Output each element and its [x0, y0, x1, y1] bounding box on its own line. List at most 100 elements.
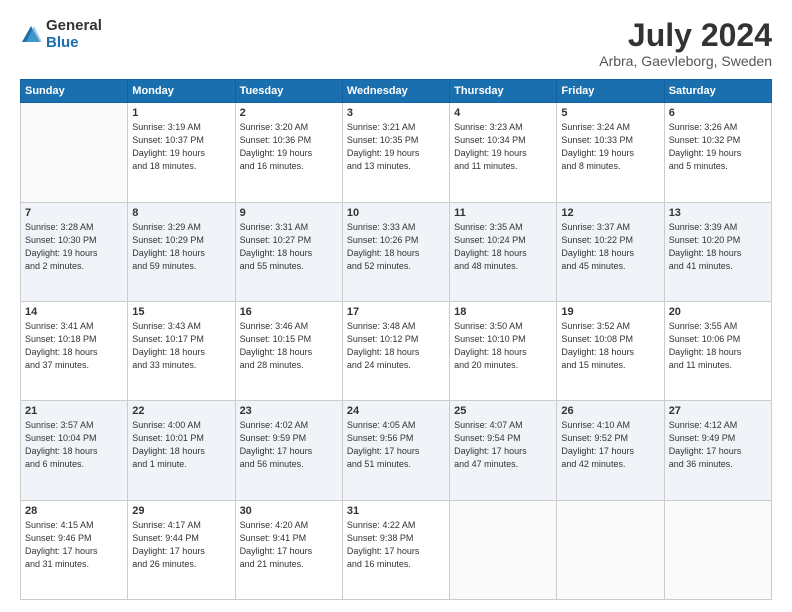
day-info: Sunrise: 3:26 AM Sunset: 10:32 PM Daylig…: [669, 121, 767, 173]
day-number: 30: [240, 505, 338, 517]
day-number: 1: [132, 107, 230, 119]
table-row: 9 Sunrise: 3:31 AM Sunset: 10:27 PM Dayli…: [235, 202, 342, 301]
day-info: Sunrise: 3:33 AM Sunset: 10:26 PM Daylig…: [347, 221, 445, 273]
table-row: 11 Sunrise: 3:35 AM Sunset: 10:24 PM Dayl…: [450, 202, 557, 301]
col-friday: Friday: [557, 80, 664, 103]
day-number: 26: [561, 405, 659, 417]
calendar-table: Sunday Monday Tuesday Wednesday Thursday…: [20, 79, 772, 600]
day-number: 18: [454, 306, 552, 318]
col-thursday: Thursday: [450, 80, 557, 103]
table-row: 26 Sunrise: 4:10 AM Sunset: 9:52 PM Dayli…: [557, 401, 664, 500]
calendar-week-row: 28 Sunrise: 4:15 AM Sunset: 9:46 PM Dayli…: [21, 500, 772, 599]
table-row: 13Sunrise: 3:39 AM Sunset: 10:20 PM Dayl…: [664, 202, 771, 301]
day-number: 7: [25, 207, 123, 219]
table-row: 7 Sunrise: 3:28 AM Sunset: 10:30 PM Dayli…: [21, 202, 128, 301]
table-row: 6 Sunrise: 3:26 AM Sunset: 10:32 PM Dayli…: [664, 103, 771, 202]
table-row: 12 Sunrise: 3:37 AM Sunset: 10:22 PM Dayl…: [557, 202, 664, 301]
day-info: Sunrise: 4:00 AM Sunset: 10:01 PM Daylig…: [132, 419, 230, 471]
table-row: 29Sunrise: 4:17 AM Sunset: 9:44 PM Dayli…: [128, 500, 235, 599]
day-number: 2: [240, 107, 338, 119]
day-number: 29: [132, 505, 230, 517]
day-info: Sunrise: 3:20 AM Sunset: 10:36 PM Daylig…: [240, 121, 338, 173]
table-row: [21, 103, 128, 202]
logo-general: General: [46, 18, 102, 35]
day-number: 28: [25, 505, 123, 517]
day-info: Sunrise: 3:43 AM Sunset: 10:17 PM Daylig…: [132, 320, 230, 372]
day-number: 5: [561, 107, 659, 119]
day-info: Sunrise: 3:29 AM Sunset: 10:29 PM Daylig…: [132, 221, 230, 273]
day-info: Sunrise: 3:28 AM Sunset: 10:30 PM Daylig…: [25, 221, 123, 273]
col-monday: Monday: [128, 80, 235, 103]
table-row: 5 Sunrise: 3:24 AM Sunset: 10:33 PM Dayli…: [557, 103, 664, 202]
day-number: 15: [132, 306, 230, 318]
day-number: 8: [132, 207, 230, 219]
day-info: Sunrise: 3:35 AM Sunset: 10:24 PM Daylig…: [454, 221, 552, 273]
table-row: 2 Sunrise: 3:20 AM Sunset: 10:36 PM Dayli…: [235, 103, 342, 202]
table-row: 20 Sunrise: 3:55 AM Sunset: 10:06 PM Dayl…: [664, 301, 771, 400]
day-number: 3: [347, 107, 445, 119]
day-info: Sunrise: 4:12 AM Sunset: 9:49 PM Dayligh…: [669, 419, 767, 471]
col-saturday: Saturday: [664, 80, 771, 103]
day-info: Sunrise: 3:55 AM Sunset: 10:06 PM Daylig…: [669, 320, 767, 372]
day-number: 16: [240, 306, 338, 318]
table-row: 28 Sunrise: 4:15 AM Sunset: 9:46 PM Dayli…: [21, 500, 128, 599]
table-row: [450, 500, 557, 599]
table-row: 25 Sunrise: 4:07 AM Sunset: 9:54 PM Dayli…: [450, 401, 557, 500]
day-info: Sunrise: 3:31 AM Sunset: 10:27 PM Daylig…: [240, 221, 338, 273]
table-row: 19Sunrise: 3:52 AM Sunset: 10:08 PM Dayl…: [557, 301, 664, 400]
header: General Blue July 2024 Arbra, Gaevleborg…: [20, 18, 772, 69]
page: General Blue July 2024 Arbra, Gaevleborg…: [0, 0, 792, 612]
day-number: 25: [454, 405, 552, 417]
day-info: Sunrise: 4:10 AM Sunset: 9:52 PM Dayligh…: [561, 419, 659, 471]
day-info: Sunrise: 4:15 AM Sunset: 9:46 PM Dayligh…: [25, 519, 123, 571]
calendar-week-row: 1Sunrise: 3:19 AM Sunset: 10:37 PM Dayli…: [21, 103, 772, 202]
table-row: 15 Sunrise: 3:43 AM Sunset: 10:17 PM Dayl…: [128, 301, 235, 400]
table-row: [664, 500, 771, 599]
day-number: 24: [347, 405, 445, 417]
logo-icon: [20, 24, 42, 46]
day-number: 14: [25, 306, 123, 318]
title-block: July 2024 Arbra, Gaevleborg, Sweden: [599, 18, 772, 69]
table-row: 10 Sunrise: 3:33 AM Sunset: 10:26 PM Dayl…: [342, 202, 449, 301]
day-info: Sunrise: 4:20 AM Sunset: 9:41 PM Dayligh…: [240, 519, 338, 571]
day-number: 12: [561, 207, 659, 219]
day-number: 9: [240, 207, 338, 219]
table-row: 30 Sunrise: 4:20 AM Sunset: 9:41 PM Dayli…: [235, 500, 342, 599]
table-row: 8 Sunrise: 3:29 AM Sunset: 10:29 PM Dayli…: [128, 202, 235, 301]
day-number: 4: [454, 107, 552, 119]
day-info: Sunrise: 3:37 AM Sunset: 10:22 PM Daylig…: [561, 221, 659, 273]
col-wednesday: Wednesday: [342, 80, 449, 103]
day-number: 31: [347, 505, 445, 517]
table-row: 3 Sunrise: 3:21 AM Sunset: 10:35 PM Dayli…: [342, 103, 449, 202]
day-number: 27: [669, 405, 767, 417]
table-row: 22Sunrise: 4:00 AM Sunset: 10:01 PM Dayl…: [128, 401, 235, 500]
logo-text: General Blue: [46, 18, 102, 51]
day-info: Sunrise: 3:46 AM Sunset: 10:15 PM Daylig…: [240, 320, 338, 372]
table-row: 18Sunrise: 3:50 AM Sunset: 10:10 PM Dayl…: [450, 301, 557, 400]
table-row: 16 Sunrise: 3:46 AM Sunset: 10:15 PM Dayl…: [235, 301, 342, 400]
day-info: Sunrise: 3:24 AM Sunset: 10:33 PM Daylig…: [561, 121, 659, 173]
table-row: 4 Sunrise: 3:23 AM Sunset: 10:34 PM Dayli…: [450, 103, 557, 202]
day-info: Sunrise: 3:39 AM Sunset: 10:20 PM Daylig…: [669, 221, 767, 273]
day-number: 17: [347, 306, 445, 318]
day-number: 6: [669, 107, 767, 119]
table-row: 1Sunrise: 3:19 AM Sunset: 10:37 PM Dayli…: [128, 103, 235, 202]
table-row: [557, 500, 664, 599]
location: Arbra, Gaevleborg, Sweden: [599, 53, 772, 69]
day-number: 21: [25, 405, 123, 417]
day-info: Sunrise: 4:05 AM Sunset: 9:56 PM Dayligh…: [347, 419, 445, 471]
table-row: 21Sunrise: 3:57 AM Sunset: 10:04 PM Dayl…: [21, 401, 128, 500]
day-number: 20: [669, 306, 767, 318]
table-row: 14Sunrise: 3:41 AM Sunset: 10:18 PM Dayl…: [21, 301, 128, 400]
calendar-week-row: 14Sunrise: 3:41 AM Sunset: 10:18 PM Dayl…: [21, 301, 772, 400]
day-number: 10: [347, 207, 445, 219]
table-row: 24 Sunrise: 4:05 AM Sunset: 9:56 PM Dayli…: [342, 401, 449, 500]
day-info: Sunrise: 3:23 AM Sunset: 10:34 PM Daylig…: [454, 121, 552, 173]
day-info: Sunrise: 4:07 AM Sunset: 9:54 PM Dayligh…: [454, 419, 552, 471]
col-sunday: Sunday: [21, 80, 128, 103]
day-info: Sunrise: 3:21 AM Sunset: 10:35 PM Daylig…: [347, 121, 445, 173]
day-info: Sunrise: 4:22 AM Sunset: 9:38 PM Dayligh…: [347, 519, 445, 571]
logo: General Blue: [20, 18, 102, 51]
day-number: 11: [454, 207, 552, 219]
col-tuesday: Tuesday: [235, 80, 342, 103]
